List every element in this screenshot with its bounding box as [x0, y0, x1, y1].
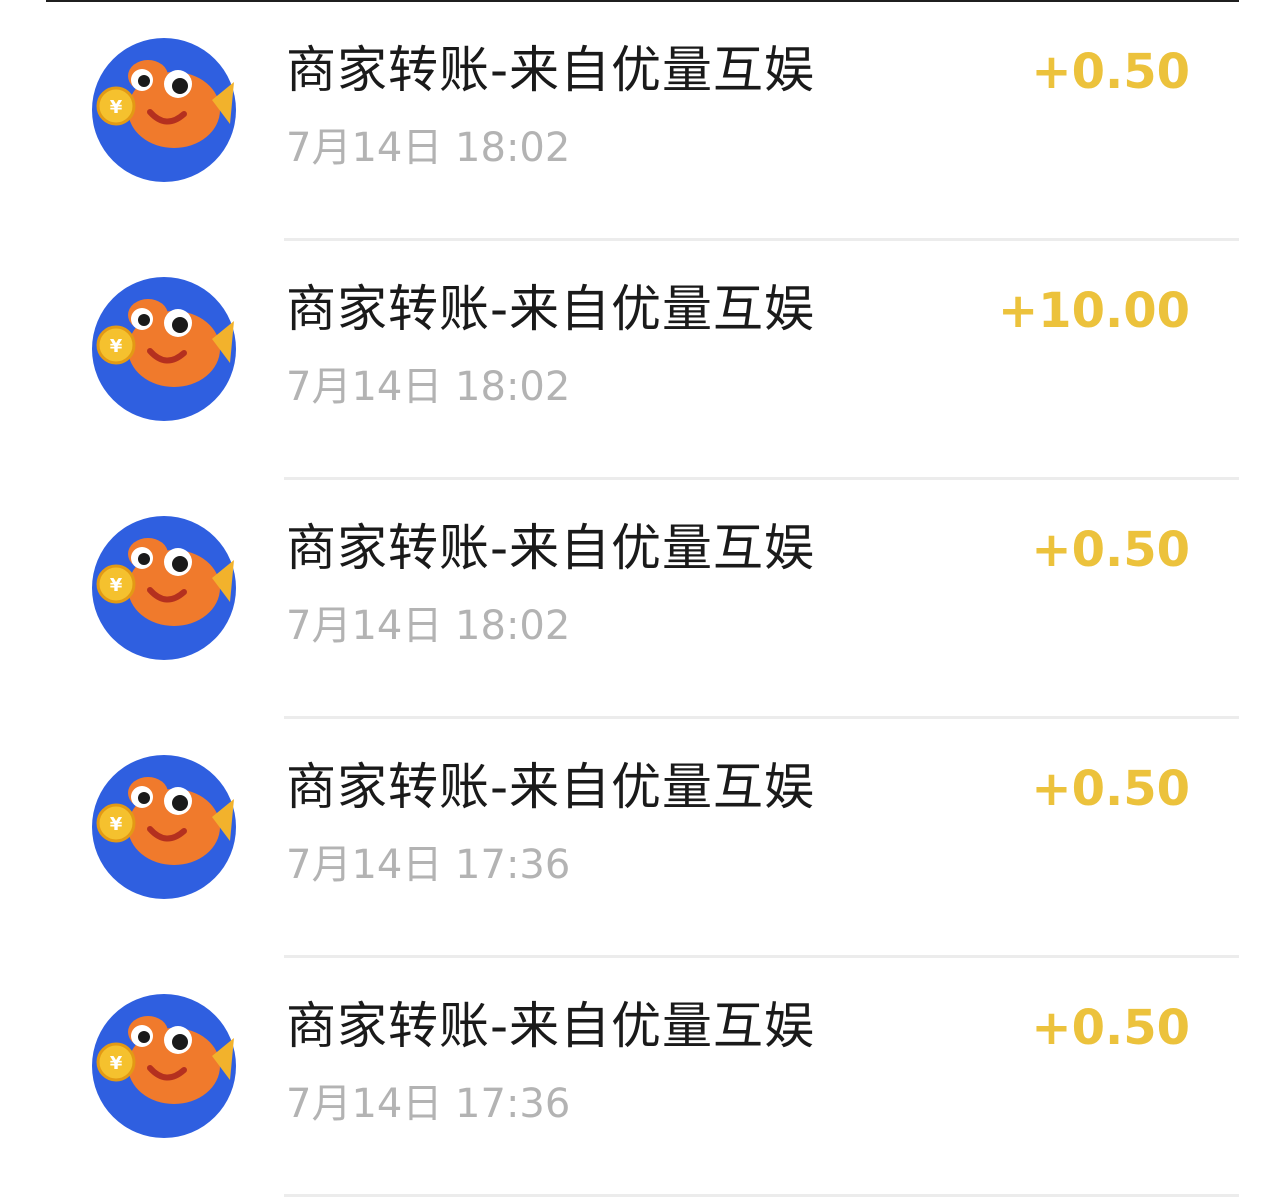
transaction-row[interactable]: ¥ 商家转账-来自优量互娱 7月14日 17:36 +0.50: [0, 958, 1284, 1197]
transaction-amount: +0.50: [1031, 1000, 1190, 1056]
transaction-row[interactable]: ¥ 商家转账-来自优量互娱 7月14日 18:02 +0.50: [0, 2, 1284, 241]
fish-mascot-logo-icon: ¥: [92, 994, 236, 1138]
transaction-row[interactable]: ¥ 商家转账-来自优量互娱 7月14日 18:02 +0.50: [0, 480, 1284, 719]
transaction-row[interactable]: ¥ 商家转账-来自优量互娱 7月14日 17:36 +0.50: [0, 719, 1284, 958]
transaction-row[interactable]: ¥ 商家转账-来自优量互娱 7月14日 18:02 +10.00: [0, 241, 1284, 480]
transaction-title: 商家转账-来自优量互娱: [286, 758, 816, 816]
transaction-time: 7月14日 18:02: [286, 603, 571, 649]
svg-text:¥: ¥: [110, 336, 123, 357]
fish-mascot-logo-icon: ¥: [92, 277, 236, 421]
svg-text:¥: ¥: [110, 575, 123, 596]
fish-mascot-logo-icon: ¥: [92, 38, 236, 182]
transaction-time: 7月14日 17:36: [286, 842, 571, 888]
svg-text:¥: ¥: [110, 814, 123, 835]
transaction-amount: +10.00: [997, 283, 1190, 339]
transaction-time: 7月14日 17:36: [286, 1081, 571, 1127]
fish-mascot-logo-icon: ¥: [92, 516, 236, 660]
fish-mascot-logo-icon: ¥: [92, 755, 236, 899]
transaction-time: 7月14日 18:02: [286, 125, 571, 171]
transaction-amount: +0.50: [1031, 44, 1190, 100]
transaction-list: ¥ 商家转账-来自优量互娱 7月14日 18:02 +0.50 ¥ 商家转账-来…: [0, 2, 1284, 1197]
transaction-amount: +0.50: [1031, 761, 1190, 817]
svg-text:¥: ¥: [110, 1053, 123, 1074]
svg-text:¥: ¥: [110, 97, 123, 118]
transaction-title: 商家转账-来自优量互娱: [286, 280, 816, 338]
transaction-title: 商家转账-来自优量互娱: [286, 519, 816, 577]
transaction-title: 商家转账-来自优量互娱: [286, 997, 816, 1055]
transaction-amount: +0.50: [1031, 522, 1190, 578]
transaction-time: 7月14日 18:02: [286, 364, 571, 410]
transaction-title: 商家转账-来自优量互娱: [286, 41, 816, 99]
